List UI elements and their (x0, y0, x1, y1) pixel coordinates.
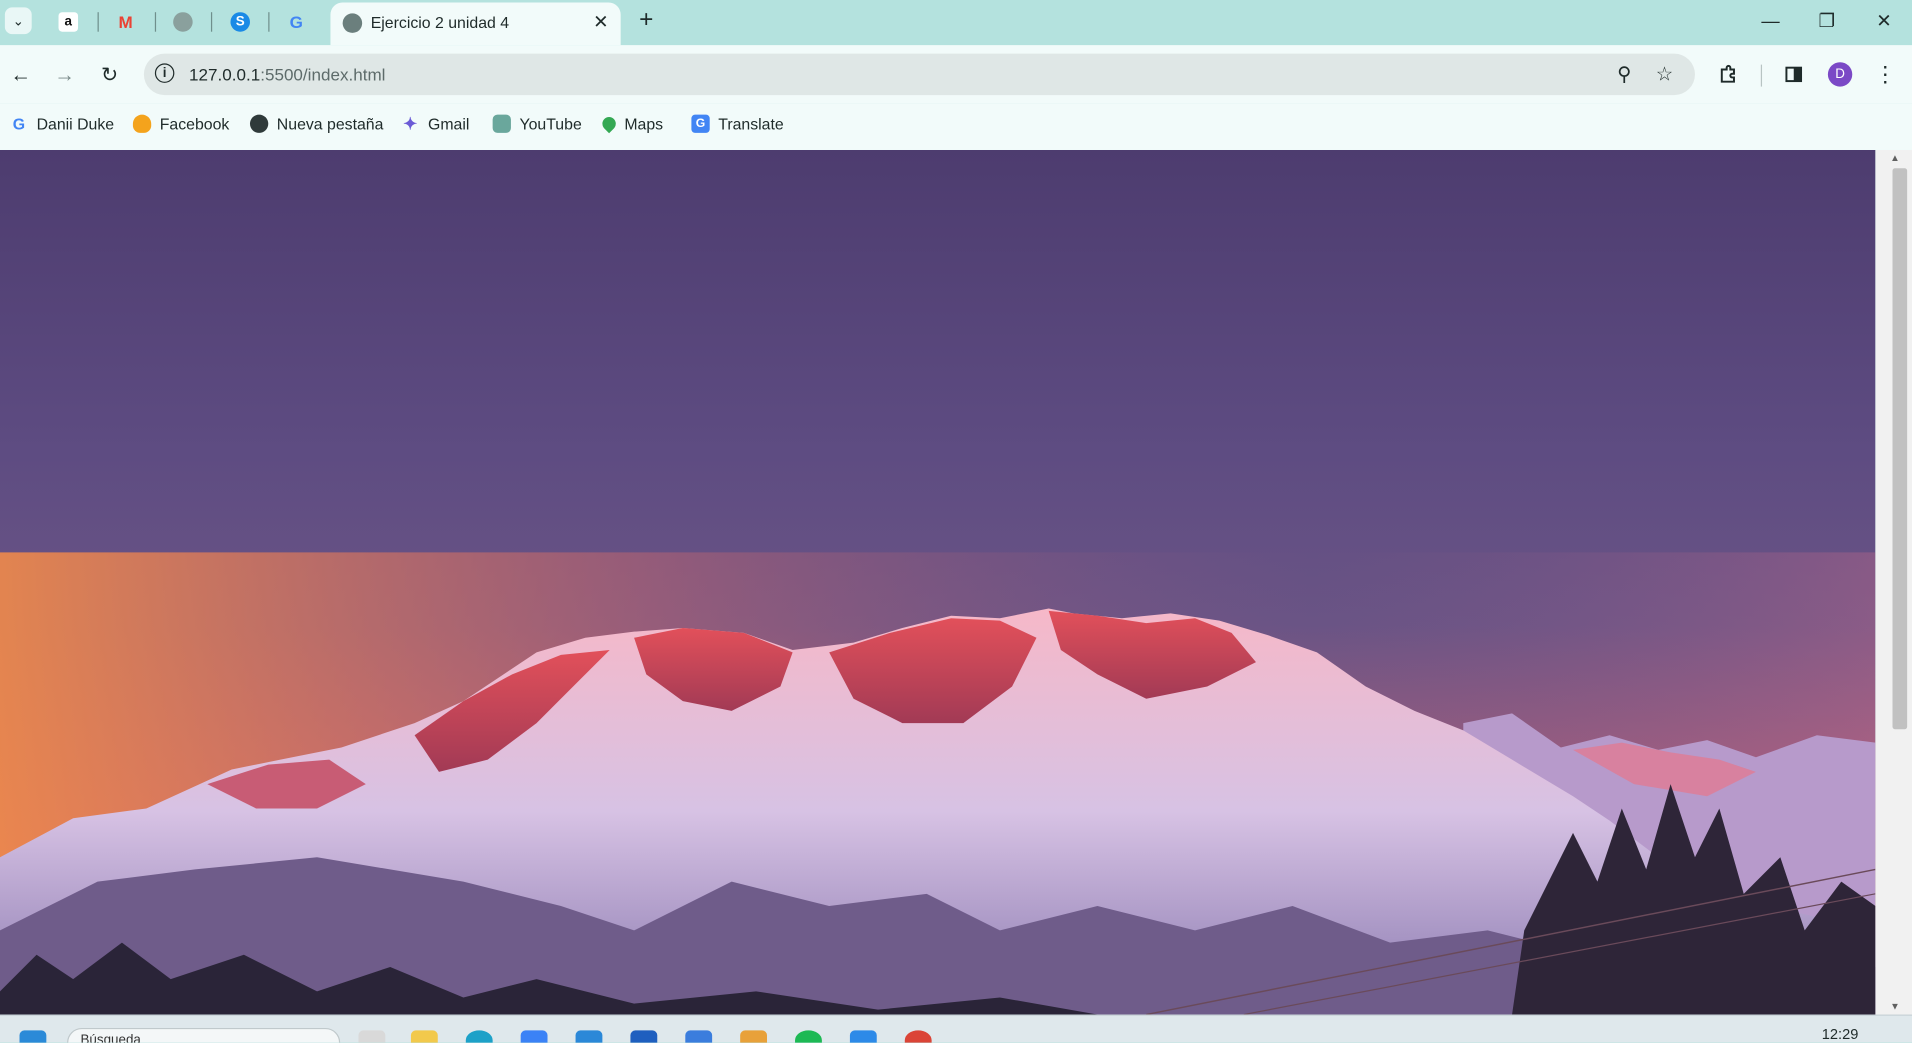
new-tab-button[interactable]: + (633, 5, 660, 33)
translate-icon: G (691, 114, 710, 133)
bookmark-translate[interactable]: G Translate (691, 114, 784, 133)
taskbar: Búsqueda 12:29 (0, 1014, 1912, 1043)
minimize-button[interactable]: — (1752, 7, 1789, 34)
bookmark-label: Gmail (428, 114, 470, 133)
bookmark-label: Danii Duke (36, 114, 115, 133)
spotify-icon[interactable] (795, 1030, 822, 1043)
url-path: :5500/index.html (260, 64, 386, 85)
url-host: 127.0.0.1 (189, 64, 261, 85)
bookmark-nueva-pestana[interactable]: Nueva pestaña (249, 114, 384, 133)
extensions-icon[interactable] (1714, 61, 1741, 88)
tab-separator (97, 12, 99, 32)
bookmark-danii-duke[interactable]: G Danii Duke (10, 115, 114, 133)
flame-icon (132, 114, 152, 133)
page-background-image (0, 149, 1876, 1015)
scroll-down-icon[interactable]: ▼ (1890, 1001, 1900, 1012)
bookmark-star-icon[interactable]: ☆ (1652, 62, 1676, 86)
bookmark-gmail[interactable]: ✦ Gmail (401, 113, 470, 133)
page-scrollbar[interactable]: ▲ ▼ (1875, 149, 1912, 1015)
globe-icon (342, 13, 363, 33)
tab-title: Ejercicio 2 unidad 4 (370, 13, 510, 32)
mountain-sunset-image (0, 149, 1876, 1015)
app-icon[interactable] (575, 1030, 603, 1043)
tab-separator (268, 12, 270, 32)
app-icon[interactable] (685, 1030, 713, 1043)
task-view-icon[interactable] (358, 1030, 386, 1043)
chevron-down-icon: ⌄ (12, 14, 24, 29)
reload-button[interactable]: ↻ (95, 61, 124, 90)
skype-icon: S (230, 12, 250, 32)
pinned-tab-globe[interactable] (166, 7, 200, 36)
bookmark-label: Translate (718, 114, 784, 133)
profile-avatar[interactable]: D (1827, 62, 1853, 87)
tab-strip: ⌄ a M S G Ejercicio 2 unidad 4 ✕ + — ❐ ✕ (0, 0, 1912, 46)
google-icon: G (12, 114, 26, 133)
menu-icon[interactable]: ⋮ (1872, 61, 1899, 88)
side-panel-icon[interactable] (1780, 61, 1807, 88)
tab-separator (210, 12, 213, 32)
windows-start-icon[interactable] (19, 1030, 47, 1043)
edge-icon[interactable] (465, 1030, 493, 1043)
pinned-tab-skype[interactable]: S (223, 7, 257, 36)
chatgpt-icon (492, 114, 511, 133)
taskbar-clock[interactable]: 12:29 (1822, 1026, 1859, 1043)
back-button[interactable]: ← (6, 61, 35, 90)
store-icon[interactable] (520, 1030, 548, 1043)
forward-button[interactable]: → (50, 61, 79, 90)
google-icon: G (289, 12, 303, 32)
tab-search-button[interactable]: ⌄ (4, 7, 32, 35)
amazon-icon: a (58, 12, 79, 32)
vscode-icon[interactable] (849, 1030, 877, 1043)
tab-separator (154, 12, 157, 32)
scrollbar-thumb[interactable] (1892, 168, 1908, 730)
chrome-icon[interactable] (904, 1030, 932, 1043)
address-bar[interactable]: i 127.0.0.1:5500/index.html ⚲ ☆ (143, 53, 1695, 96)
tab-active[interactable]: Ejercicio 2 unidad 4 ✕ (330, 2, 621, 46)
bookmark-label: YouTube (519, 114, 582, 133)
globe-icon (249, 114, 269, 133)
globe-icon (173, 12, 193, 32)
pinned-tab-gmail[interactable]: M (109, 7, 143, 36)
bookmark-label: Maps (624, 114, 664, 133)
url-text[interactable]: 127.0.0.1:5500/index.html (189, 65, 385, 85)
bookmark-maps[interactable]: Maps (599, 114, 664, 134)
scroll-up-icon[interactable]: ▲ (1890, 152, 1900, 163)
browser-toolbar: ← → ↻ i 127.0.0.1:5500/index.html ⚲ ☆ D … (0, 45, 1912, 104)
taskbar-search[interactable]: Búsqueda (67, 1027, 341, 1043)
tab-close-button[interactable]: ✕ (593, 11, 608, 33)
site-info-icon[interactable]: i (154, 63, 175, 83)
bookmark-label: Facebook (159, 114, 230, 133)
close-window-button[interactable]: ✕ (1866, 7, 1903, 34)
bookmark-facebook[interactable]: Facebook (132, 114, 230, 133)
zoom-icon[interactable]: ⚲ (1612, 62, 1636, 86)
bookmark-youtube[interactable]: YouTube (492, 114, 582, 133)
app-icon[interactable] (740, 1030, 768, 1043)
sparkle-icon: ✦ (403, 113, 418, 133)
taskbar-search-placeholder: Búsqueda (80, 1032, 141, 1043)
restore-button[interactable]: ❐ (1808, 7, 1845, 34)
pinned-tab-amazon[interactable]: a (51, 7, 85, 36)
file-explorer-icon[interactable] (410, 1030, 438, 1043)
bookmarks-bar: G Danii Duke Facebook Nueva pestaña ✦ Gm… (0, 103, 1912, 150)
toolbar-separator (1760, 64, 1763, 87)
bookmark-label: Nueva pestaña (276, 114, 384, 133)
browser-window: ⌄ a M S G Ejercicio 2 unidad 4 ✕ + — ❐ ✕ (0, 0, 1912, 1043)
gmail-icon: M (118, 12, 133, 32)
pinned-tab-google[interactable]: G (279, 7, 313, 36)
maps-pin-icon (599, 114, 619, 134)
app-icon[interactable] (630, 1030, 658, 1043)
